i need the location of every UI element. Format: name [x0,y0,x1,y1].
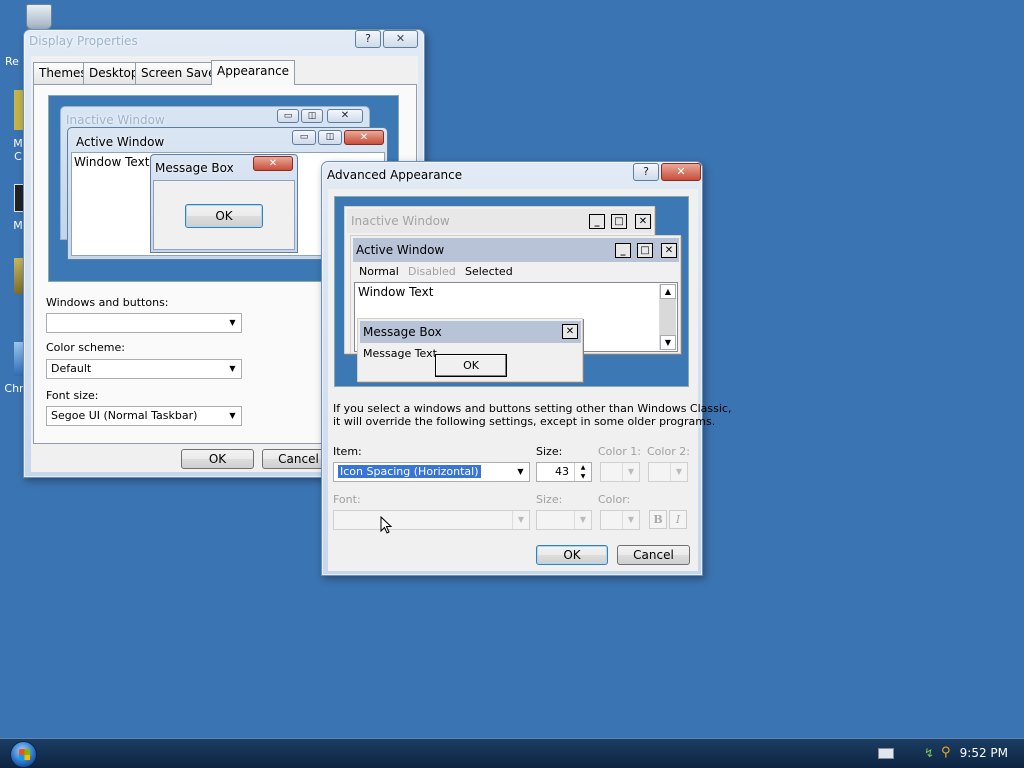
close-icon: ✕ [661,243,677,258]
font-size-label: Size: [536,493,563,506]
mouse-cursor-icon [380,516,393,534]
close-button[interactable]: ✕ [661,163,701,181]
display-properties-titlebar[interactable]: Display Properties ? ✕ [24,30,424,54]
close-icon: ✕ [253,156,293,171]
color1-picker: ▼ [600,462,640,482]
color2-label: Color 2: [647,445,690,458]
chevron-down-icon: ▼ [229,318,236,327]
chevron-down-icon: ▼ [229,364,236,373]
font-size-value: Segoe UI (Normal Taskbar) [51,409,198,422]
color-scheme-label: Color scheme: [46,341,125,354]
spinner-arrows-icon[interactable]: ▲ ▼ [574,463,591,481]
chevron-down-icon: ▼ [622,511,639,529]
item-select[interactable]: Icon Spacing (Horizontal) ▼ [333,462,530,482]
chevron-down-icon: ▼ [517,467,524,476]
color1-label: Color 1: [598,445,641,458]
close-icon: ✕ [344,130,384,145]
font-size-select[interactable]: Segoe UI (Normal Taskbar) ▼ [46,406,242,426]
color2-picker: ▼ [648,462,688,482]
menu-normal: Normal [359,265,399,278]
ok-button[interactable]: OK [181,449,254,469]
font-color-label: Color: [598,493,631,506]
size-label: Size: [536,445,563,458]
close-button[interactable]: ✕ [383,30,418,48]
advanced-preview-ok-button: OK [435,354,507,377]
windows-and-buttons-label: Windows and buttons: [46,296,169,309]
search-icon[interactable]: ⚲ [941,745,955,761]
window-title: Display Properties [29,34,138,48]
close-icon: ✕ [635,214,651,229]
advanced-ok-button[interactable]: OK [536,545,608,565]
chevron-down-icon: ▼ [229,411,236,420]
tray-clock[interactable]: 9:52 PM [960,746,1008,760]
minimize-icon: ▭ [277,109,299,123]
windows-logo-icon [19,755,30,760]
advanced-appearance-titlebar[interactable]: Advanced Appearance ? ✕ [322,162,702,186]
scroll-track [660,299,676,335]
advanced-preview-message-box: Message Box ✕ Message Text OK [357,318,583,382]
chevron-down-icon: ▼ [574,511,591,529]
preview-active-title: Active Window [76,135,165,149]
chevron-down-icon: ▼ [512,511,529,529]
scrollbar: ▲ ▼ [659,284,676,350]
font-label: Font: [333,493,361,506]
font-size-select: ▼ [536,510,592,530]
color-scheme-select[interactable]: Default ▼ [46,359,242,379]
info-text-line1: If you select a windows and buttons sett… [333,402,732,415]
color-scheme-value: Default [51,362,92,375]
size-spinner[interactable]: 43 ▲ ▼ [536,462,592,482]
maximize-icon: □ [637,243,653,258]
network-tray-icon[interactable]: ↯ [924,746,936,760]
preview-inactive-title: Inactive Window [66,113,165,127]
font-size-label: Font size: [46,389,99,402]
font-select: ▼ [333,510,530,530]
scroll-up-icon: ▲ [660,284,676,299]
chevron-down-icon: ▼ [670,463,687,481]
maximize-icon: ◫ [301,109,323,123]
menu-selected: Selected [465,265,513,278]
scroll-down-icon: ▼ [660,335,676,350]
preview-message-box: Message Box ✕ OK [150,154,298,253]
close-icon: ✕ [562,324,578,339]
help-button[interactable]: ? [355,30,381,48]
maximize-icon: □ [611,214,627,229]
chevron-down-icon: ▼ [622,463,639,481]
start-button[interactable] [10,741,37,768]
keyboard-icon[interactable] [878,748,894,759]
advanced-preview-window-text: Window Text [358,285,434,299]
preview-window-text: Window Text [74,155,150,169]
minimize-icon: _ [615,243,631,258]
window-title: Advanced Appearance [327,168,463,182]
help-button[interactable]: ? [633,163,659,181]
preview-ok-button: OK [185,204,263,228]
bold-button: B [649,510,667,529]
advanced-preview-message-text: Message Text [363,347,437,360]
size-value: 43 [555,465,569,478]
item-value: Icon Spacing (Horizontal) [338,465,481,478]
advanced-preview-message-title: Message Box [363,325,442,339]
advanced-preview-active-title: Active Window [356,243,445,257]
tab-appearance[interactable]: Appearance [211,60,296,85]
preview-message-box-title: Message Box [155,161,234,175]
minimize-icon: _ [589,214,605,229]
font-color-picker: ▼ [600,510,640,530]
italic-button: I [669,510,687,529]
info-text-line2: it will override the following settings,… [333,415,716,428]
advanced-preview-inactive-title: Inactive Window [351,214,450,228]
windows-and-buttons-select[interactable]: ▼ [46,313,242,333]
taskbar: ↯ ⚲ 9:52 PM [0,738,1024,768]
item-label: Item: [333,445,362,458]
minimize-icon: ▭ [292,130,316,145]
maximize-icon: ◫ [318,130,342,145]
menu-disabled: Disabled [408,265,456,278]
recycle-bin-icon[interactable] [22,4,56,30]
close-icon: ✕ [327,109,363,123]
advanced-cancel-button[interactable]: Cancel [617,545,690,565]
